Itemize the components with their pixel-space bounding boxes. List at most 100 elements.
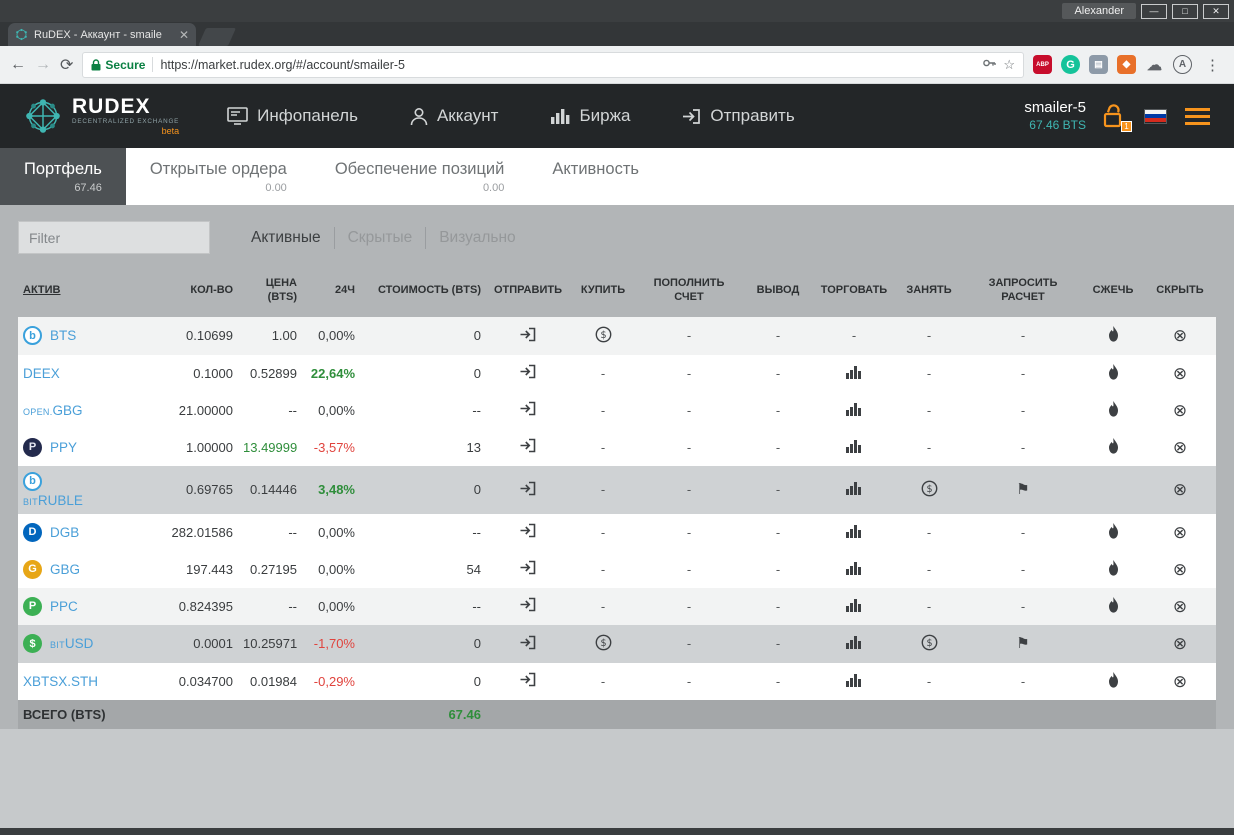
col-24h[interactable]: 24Ч [302,269,360,317]
asset-link[interactable]: GBG [50,562,80,577]
trade-button[interactable] [846,635,862,649]
send-button[interactable] [520,438,536,453]
send-button[interactable] [520,327,536,342]
tab-open-orders[interactable]: Открытые ордера 0.00 [126,148,311,205]
new-tab-button[interactable] [197,28,237,46]
col-deposit[interactable]: ПОПОЛНИТЬ СЧЕТ [636,269,742,317]
burn-button[interactable] [1107,363,1120,380]
tab-collateral[interactable]: Обеспечение позиций 0.00 [311,148,529,205]
send-button[interactable] [520,597,536,612]
trade-button[interactable] [846,365,862,379]
tab-portfolio[interactable]: Портфель 67.46 [0,148,126,205]
rudex-logo[interactable]: RUDEX DECENTRALIZED EXCHANGE beta [22,95,179,137]
col-withdraw[interactable]: ВЫВОД [742,269,814,317]
asset-link[interactable]: PPC [50,599,78,614]
hamburger-menu-icon[interactable] [1183,104,1212,129]
buy-button[interactable]: $ [595,634,612,651]
nav-dashboard[interactable]: Инфопанель [227,106,358,126]
hide-button[interactable]: ⊗ [1173,402,1187,419]
send-button[interactable] [520,523,536,538]
mode-active[interactable]: Активные [238,227,334,249]
nav-send[interactable]: Отправить [682,106,795,126]
close-button[interactable]: ✕ [1203,3,1229,19]
asset-link[interactable]: BITUSD [50,636,93,651]
burn-button[interactable] [1107,559,1120,576]
bookmark-star-icon[interactable]: ☆ [1003,57,1015,73]
settle-button[interactable]: ⚑ [1016,482,1029,497]
tab-close-icon[interactable]: ✕ [179,28,189,42]
maximize-button[interactable]: □ [1172,3,1198,19]
trade-button[interactable] [846,439,862,453]
adblock-extension-icon[interactable]: ABP [1033,55,1052,74]
col-burn[interactable]: СЖЕЧЬ [1082,269,1144,317]
burn-button[interactable] [1107,437,1120,454]
asset-link[interactable]: XBTSX.STH [23,674,98,689]
language-flag-icon[interactable] [1144,108,1167,124]
filter-input[interactable] [18,221,210,254]
asset-link[interactable]: DEEX [23,366,60,381]
hide-button[interactable]: ⊗ [1173,481,1187,498]
col-borrow[interactable]: ЗАНЯТЬ [894,269,964,317]
send-button[interactable] [520,672,536,687]
cloud-extension-icon[interactable]: ☁ [1145,55,1164,74]
mode-hidden[interactable]: Скрытые [333,226,426,249]
reload-icon[interactable]: ⟳ [60,55,73,75]
minimize-button[interactable]: — [1141,3,1167,19]
hide-button[interactable]: ⊗ [1173,439,1187,456]
col-qty[interactable]: КОЛ-ВО [150,269,238,317]
col-asset[interactable]: АКТИВ [18,269,150,317]
trade-button[interactable] [846,524,862,538]
trade-button[interactable] [846,402,862,416]
asset-link[interactable]: OPEN.GBG [23,403,83,418]
asset-link[interactable]: DGB [50,525,79,540]
unlock-button[interactable]: 1 [1102,103,1132,132]
hide-button[interactable]: ⊗ [1173,673,1187,690]
hide-button[interactable]: ⊗ [1173,598,1187,615]
extension-icon-1[interactable]: ▤ [1089,55,1108,74]
extension-icon-2[interactable]: ◆ [1117,55,1136,74]
col-hide[interactable]: СКРЫТЬ [1144,269,1216,317]
nav-account[interactable]: Аккаунт [410,106,498,126]
browser-user-button[interactable]: Alexander [1062,3,1136,19]
borrow-button[interactable]: $ [921,634,938,651]
send-button[interactable] [520,635,536,650]
profile-extension-icon[interactable]: A [1173,55,1192,74]
url-text[interactable]: https://market.rudex.org/#/account/smail… [160,58,975,72]
col-price[interactable]: ЦЕНА (BTS) [238,269,302,317]
mode-visual[interactable]: Визуально [425,226,528,249]
hide-button[interactable]: ⊗ [1173,635,1187,652]
hide-button[interactable]: ⊗ [1173,327,1187,344]
borrow-button[interactable]: $ [921,480,938,497]
tab-activity[interactable]: Активность [528,148,663,205]
trade-button[interactable] [846,673,862,687]
send-button[interactable] [520,481,536,496]
burn-button[interactable] [1107,400,1120,417]
hide-button[interactable]: ⊗ [1173,365,1187,382]
trade-button[interactable] [846,481,862,495]
send-button[interactable] [520,401,536,416]
send-button[interactable] [520,364,536,379]
col-value[interactable]: СТОИМОСТЬ (BTS) [360,269,486,317]
asset-link[interactable]: BITRUBLE [23,493,83,508]
asset-link[interactable]: BTS [50,328,76,343]
nav-exchange[interactable]: Биржа [550,106,630,126]
forward-icon[interactable]: → [35,56,51,74]
burn-button[interactable] [1107,671,1120,688]
col-buy[interactable]: КУПИТЬ [570,269,636,317]
asset-link[interactable]: PPY [50,440,77,455]
browser-tab[interactable]: RuDEX - Аккаунт - smaile ✕ [8,23,196,46]
settle-button[interactable]: ⚑ [1016,636,1029,651]
password-key-icon[interactable] [982,56,997,73]
chrome-menu-icon[interactable]: ⋮ [1201,56,1224,74]
send-button[interactable] [520,560,536,575]
back-icon[interactable]: ← [10,56,26,74]
trade-button[interactable] [846,598,862,612]
col-settle[interactable]: ЗАПРОСИТЬ РАСЧЕТ [964,269,1082,317]
burn-button[interactable] [1107,596,1120,613]
burn-button[interactable] [1107,522,1120,539]
buy-button[interactable]: $ [595,326,612,343]
hide-button[interactable]: ⊗ [1173,524,1187,541]
hide-button[interactable]: ⊗ [1173,561,1187,578]
account-summary[interactable]: smailer-5 67.46 BTS [1024,99,1086,133]
trade-button[interactable] [846,561,862,575]
